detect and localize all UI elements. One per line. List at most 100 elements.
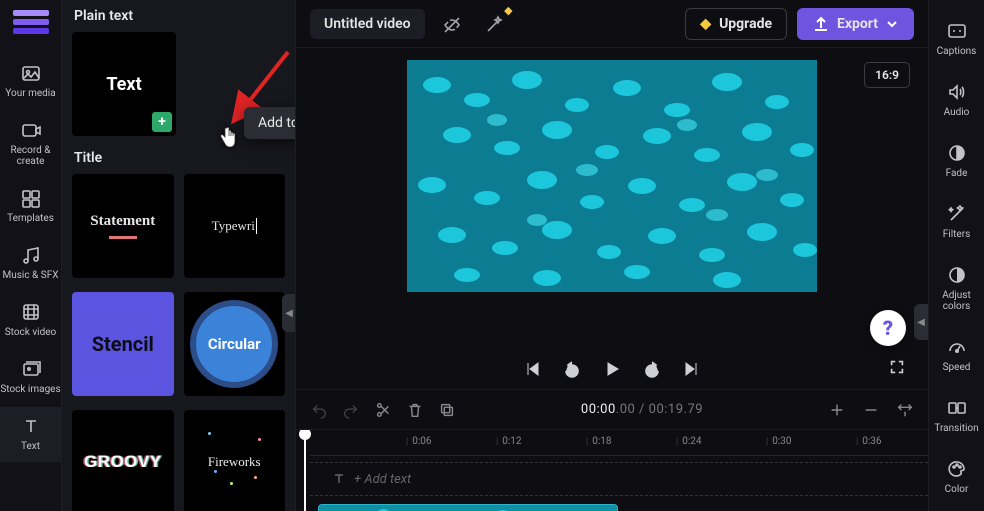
text-track[interactable]: + Add text: [310, 462, 928, 496]
music-icon: [20, 244, 42, 266]
rside-captions[interactable]: Captions: [929, 10, 984, 69]
ruler-tick: 0:36: [856, 436, 882, 447]
thumb-label: Fireworks: [208, 454, 261, 470]
preset-groovy[interactable]: GROOVY: [72, 410, 174, 511]
video-clip[interactable]: [318, 504, 618, 511]
rside-audio[interactable]: Audio: [929, 71, 984, 130]
timeline[interactable]: 0:06 0:12 0:18 0:24 0:30 0:36 + Add text: [296, 430, 928, 511]
fullscreen-button[interactable]: [888, 358, 906, 380]
preset-stencil[interactable]: Stencil: [72, 292, 174, 396]
preset-circular[interactable]: Circular: [184, 292, 286, 396]
app-root: Your media Record & create Templates Mus…: [0, 0, 984, 511]
undo-button[interactable]: [310, 401, 328, 419]
upgrade-button[interactable]: ◆ Upgrade: [685, 8, 787, 40]
forward-button[interactable]: 5: [642, 359, 662, 379]
nav-record-create[interactable]: Record & create: [0, 111, 61, 177]
audio-icon: [946, 81, 968, 103]
rside-adjust-colors[interactable]: Adjust colors: [929, 254, 984, 324]
help-button[interactable]: ?: [870, 310, 906, 346]
preset-plain-text[interactable]: Text +: [72, 32, 176, 136]
timeline-toolbar: 00:00.00 / 00:19.79: [296, 390, 928, 430]
nav-label: Your media: [5, 88, 55, 99]
preset-typewriter[interactable]: Typewri: [184, 174, 286, 278]
thumb-label: Typewri: [212, 218, 257, 234]
filters-icon: [946, 203, 968, 225]
nav-your-media[interactable]: Your media: [0, 54, 61, 109]
hide-captions-icon[interactable]: [435, 8, 467, 40]
circular-shape: Circular: [190, 300, 278, 388]
thumb-label: Stencil: [92, 332, 154, 356]
playback-controls: 5 5: [296, 348, 928, 390]
play-button[interactable]: [602, 359, 622, 379]
upgrade-label: Upgrade: [719, 16, 772, 32]
images-icon: [20, 358, 42, 380]
templates-icon: [20, 187, 42, 209]
captions-icon: [946, 20, 968, 42]
nav-text[interactable]: Text: [0, 407, 61, 462]
aspect-ratio-button[interactable]: 16:9: [864, 62, 910, 88]
total-time: 00:19: [649, 402, 684, 417]
rewind-button[interactable]: 5: [562, 359, 582, 379]
rside-transition[interactable]: Transition: [929, 387, 984, 446]
project-title[interactable]: Untitled video: [310, 9, 425, 39]
chevron-down-icon: [886, 18, 898, 30]
timeline-ruler[interactable]: 0:06 0:12 0:18 0:24 0:30 0:36: [310, 430, 928, 456]
preview-content: [407, 60, 817, 292]
topbar: Untitled video ◆ ◆ Upgrade Export: [296, 0, 928, 48]
rside-color[interactable]: Color: [929, 448, 984, 507]
nav-templates[interactable]: Templates: [0, 179, 61, 234]
main-editor: Untitled video ◆ ◆ Upgrade Export 16:9: [296, 0, 928, 511]
add-to-timeline-button[interactable]: +: [152, 112, 172, 132]
nav-label: Music & SFX: [3, 270, 59, 281]
text-icon: [20, 415, 42, 437]
zoom-fit-button[interactable]: [896, 401, 914, 419]
thumb-label: Circular: [208, 335, 261, 353]
current-time: 00:00: [581, 402, 616, 417]
add-text-placeholder[interactable]: + Add text: [332, 472, 411, 487]
app-logo[interactable]: [13, 10, 49, 34]
cursor-icon: [218, 126, 238, 153]
preset-statement[interactable]: Statement: [72, 174, 174, 278]
split-button[interactable]: [374, 401, 392, 419]
playhead[interactable]: [304, 430, 306, 511]
video-preview[interactable]: [407, 60, 817, 292]
redo-button[interactable]: [342, 401, 360, 419]
nav-stock-images[interactable]: Stock images: [0, 350, 61, 405]
speed-icon: [946, 336, 968, 358]
right-sidebar: Captions Audio Fade Filters Adjust color…: [928, 0, 984, 511]
ruler-tick: 0:12: [496, 436, 522, 447]
export-button[interactable]: Export: [797, 8, 914, 40]
rside-speed[interactable]: Speed: [929, 326, 984, 385]
nav-label: Stock video: [5, 327, 57, 338]
media-icon: [20, 62, 42, 84]
nav-music-sfx[interactable]: Music & SFX: [0, 236, 61, 291]
nav-label: Record & create: [0, 145, 61, 167]
left-nav: Your media Record & create Templates Mus…: [0, 0, 62, 511]
section-plain-text: Plain text: [74, 8, 285, 24]
statement-underline: [109, 236, 137, 239]
ruler-tick: 0:06: [406, 436, 432, 447]
ruler-tick: 0:18: [586, 436, 612, 447]
skip-end-button[interactable]: [682, 359, 702, 379]
text-panel: Plain text Text + Title Statement Typewr…: [62, 0, 296, 511]
nav-label: Text: [21, 441, 40, 452]
contrast-icon: [946, 264, 968, 286]
zoom-add-button[interactable]: [828, 401, 846, 419]
rside-fade[interactable]: Fade: [929, 132, 984, 191]
panel-collapse-icon[interactable]: ◀: [282, 294, 296, 332]
delete-button[interactable]: [406, 401, 424, 419]
skip-start-button[interactable]: [522, 359, 542, 379]
thumb-label: Statement: [90, 213, 155, 230]
duplicate-button[interactable]: [438, 401, 456, 419]
ruler-tick: 0:24: [676, 436, 702, 447]
nav-stock-video[interactable]: Stock video: [0, 293, 61, 348]
right-collapse-icon[interactable]: ◀: [914, 304, 928, 340]
fade-icon: [946, 142, 968, 164]
video-track[interactable]: [310, 502, 928, 511]
rside-filters[interactable]: Filters: [929, 193, 984, 252]
zoom-out-button[interactable]: [862, 401, 880, 419]
add-tooltip: Add to timeline: [244, 107, 296, 139]
magic-icon[interactable]: ◆: [477, 8, 509, 40]
palette-icon: [946, 458, 968, 480]
preset-fireworks[interactable]: Fireworks: [184, 410, 286, 511]
